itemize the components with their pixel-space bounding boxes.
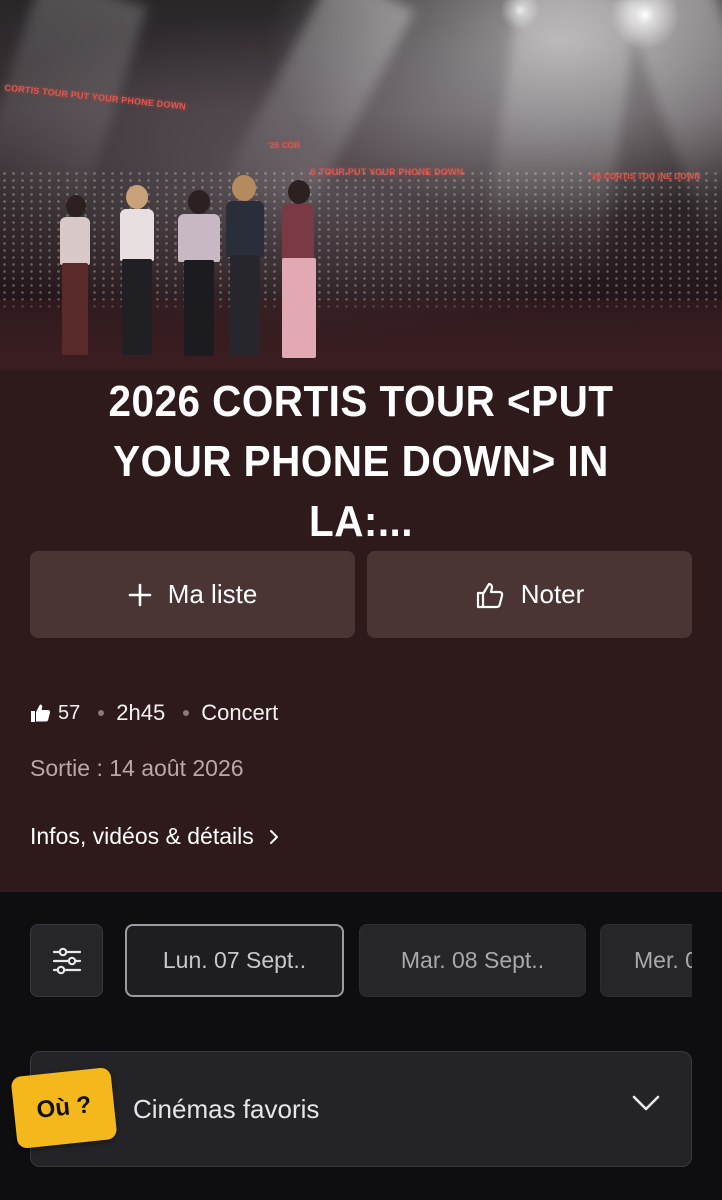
date-chip-label: Lun. 07 Sept.. xyxy=(162,947,307,973)
separator-dot xyxy=(183,710,190,716)
date-chip[interactable]: Mar. 08 Sept.. xyxy=(359,924,586,997)
date-chip-selected[interactable]: Lun. 07 Sept.. xyxy=(125,924,344,997)
cinema-selector[interactable]: Cinémas favoris xyxy=(30,1051,692,1167)
duration: 2h45 xyxy=(116,700,166,725)
date-chip-label: Mer. 09 Sept.. xyxy=(634,947,692,973)
cinema-selector-label: Cinémas favoris xyxy=(133,1094,320,1124)
thumbs-up-filled-icon xyxy=(30,703,52,723)
thumbs-up-icon xyxy=(475,581,505,609)
add-to-list-label: Ma liste xyxy=(167,579,258,609)
filter-button[interactable] xyxy=(30,924,103,997)
hero-image: CORTIS TOUR PUT YOUR PHONE DOWN '26 COR … xyxy=(0,0,722,370)
details-link-label: Infos, vidéos & détails xyxy=(30,823,254,849)
rate-button[interactable]: Noter xyxy=(367,551,692,638)
chevron-down-icon xyxy=(631,1094,661,1117)
release-date: Sortie : 14 août 2026 xyxy=(30,755,244,781)
chevron-right-icon xyxy=(268,829,280,845)
likes-count: 57 xyxy=(58,701,81,724)
plus-icon xyxy=(128,583,152,607)
date-chip-label: Mar. 08 Sept.. xyxy=(400,947,545,973)
led-banner-right: '26 CORTIS TOU )NE DOWN xyxy=(590,172,701,181)
add-to-list-button[interactable]: Ma liste xyxy=(30,551,355,638)
event-title-line-1: 2026 CORTIS TOUR <PUT xyxy=(108,377,614,426)
rate-label: Noter xyxy=(520,579,585,609)
led-banner-center: S TOUR PUT YOUR PHONE DOWN xyxy=(310,167,464,177)
event-title: 2026 CORTIS TOUR <PUT YOUR PHONE DOWN> I… xyxy=(56,372,665,552)
event-title-line-2: YOUR PHONE DOWN> IN LA:... xyxy=(113,437,609,546)
details-link[interactable]: Infos, vidéos & détails xyxy=(30,823,280,850)
sliders-icon xyxy=(50,944,84,978)
separator-dot xyxy=(98,710,105,716)
date-chip[interactable]: Mer. 09 Sept.. xyxy=(600,924,692,997)
led-banner-center-top: '26 COR xyxy=(268,141,301,150)
event-meta: 57 2h45 Concert xyxy=(30,700,278,726)
genre: Concert xyxy=(201,700,279,725)
location-badge: Où ? xyxy=(10,1066,118,1150)
date-selector: Lun. 07 Sept.. Mar. 08 Sept.. Mer. 09 Se… xyxy=(125,924,692,997)
